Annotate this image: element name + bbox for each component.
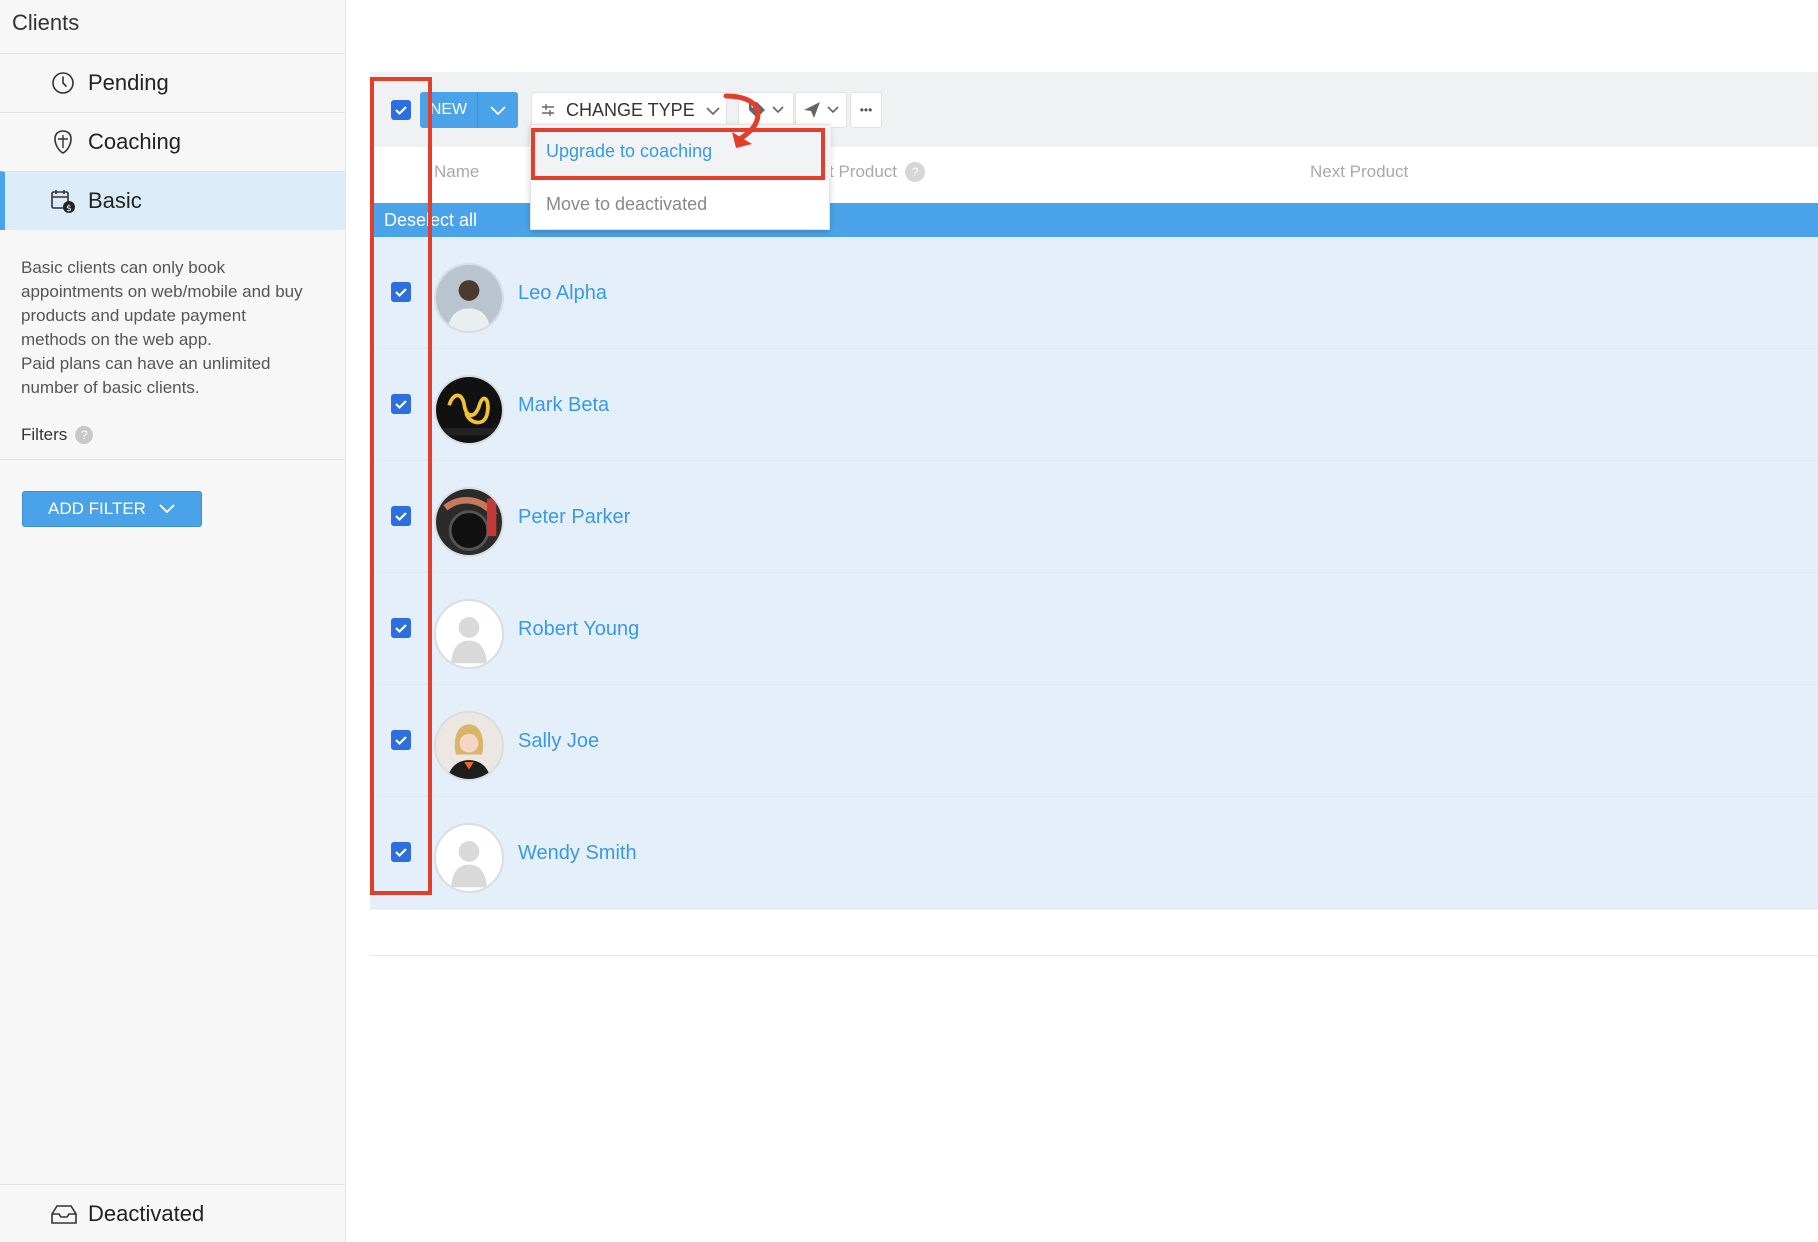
table-row[interactable]: Leo Alpha (370, 237, 1818, 349)
filters-text: Filters (21, 425, 68, 444)
menu-item-move-to-deactivated[interactable]: Move to deactivated (531, 178, 831, 231)
chevron-down-icon[interactable] (478, 92, 518, 128)
swap-icon (540, 102, 556, 118)
client-name-link[interactable]: Wendy Smith (518, 842, 637, 865)
client-name-link[interactable]: Mark Beta (518, 394, 609, 417)
add-filter-label: ADD FILTER (48, 499, 146, 518)
sidebar-title: Clients (12, 10, 80, 35)
client-name-link[interactable]: Robert Young (518, 618, 639, 641)
nav-item-coaching[interactable]: Coaching (0, 112, 345, 171)
avatar (434, 263, 504, 333)
svg-text:$: $ (66, 204, 72, 214)
description-line: Basic clients can only book (21, 258, 226, 277)
avatar (434, 711, 504, 781)
avatar (434, 599, 504, 669)
avatar (434, 487, 504, 557)
column-header-next-product[interactable]: Next Product (1310, 162, 1408, 182)
chevron-down-icon (826, 105, 840, 115)
avatar (434, 823, 504, 893)
table-row[interactable]: Robert Young (370, 573, 1818, 685)
help-icon[interactable]: ? (75, 426, 94, 444)
client-name-link[interactable]: Sally Joe (518, 730, 599, 753)
row-checkbox[interactable] (391, 842, 411, 862)
description-line: Paid plans can have an unlimited (21, 354, 271, 373)
description-line: number of basic clients. (21, 378, 200, 397)
whistle-icon (50, 129, 76, 155)
chevron-down-icon (158, 499, 176, 519)
avatar (434, 375, 504, 445)
table-row[interactable]: Sally Joe (370, 685, 1818, 797)
column-header-label: t Product (829, 162, 898, 181)
add-filter-button[interactable]: ADD FILTER (22, 491, 202, 527)
divider (370, 955, 1818, 956)
sidebar: Clients Pending Coaching $ Basic Basic c… (0, 0, 346, 1242)
table-row[interactable]: Peter Parker (370, 461, 1818, 573)
send-button[interactable] (795, 92, 847, 128)
client-name-link[interactable]: Peter Parker (518, 506, 630, 529)
row-checkbox[interactable] (391, 394, 411, 414)
deselect-all-label[interactable]: Deselect all (384, 210, 477, 231)
nav-item-deactivated[interactable]: Deactivated (0, 1184, 345, 1242)
more-icon: ••• (859, 103, 873, 117)
row-checkbox[interactable] (391, 730, 411, 750)
filters-label: Filters ? (21, 425, 94, 445)
more-button[interactable]: ••• (850, 92, 882, 128)
change-type-dropdown: Upgrade to coaching Move to deactivated (530, 124, 831, 231)
client-name-link[interactable]: Leo Alpha (518, 282, 607, 305)
row-checkbox[interactable] (391, 506, 411, 526)
chevron-down-icon (705, 100, 721, 121)
tag-button[interactable] (738, 92, 794, 128)
calendar-dollar-icon: $ (50, 188, 76, 214)
nav-item-label: Deactivated (88, 1200, 205, 1226)
chevron-down-icon (771, 105, 785, 115)
column-header-name[interactable]: Name (434, 162, 479, 182)
inbox-icon (50, 1200, 78, 1228)
help-icon[interactable]: ? (905, 162, 926, 182)
table-row[interactable]: Mark Beta (370, 349, 1818, 461)
send-icon (802, 100, 822, 120)
nav-item-label: Basic (88, 188, 142, 213)
column-header-product[interactable]: t Product ? (829, 162, 926, 182)
tag-icon (747, 100, 767, 120)
change-type-button[interactable]: CHANGE TYPE (531, 92, 727, 128)
change-type-label: CHANGE TYPE (566, 99, 695, 120)
new-button-label[interactable]: NEW (420, 92, 478, 128)
table-row[interactable]: Wendy Smith (370, 797, 1818, 909)
clock-icon (50, 70, 76, 96)
nav-item-label: Coaching (88, 129, 181, 154)
row-checkbox[interactable] (391, 618, 411, 638)
nav-item-pending[interactable]: Pending (0, 53, 345, 112)
row-checkbox[interactable] (391, 282, 411, 302)
nav-item-label: Pending (88, 70, 169, 95)
select-all-checkbox[interactable] (391, 100, 411, 120)
sidebar-description: Basic clients can only book appointments… (21, 256, 331, 400)
nav-item-basic[interactable]: $ Basic (0, 171, 345, 230)
description-line: appointments on web/mobile and buy (21, 282, 303, 301)
description-line: products and update payment (21, 306, 246, 325)
new-button[interactable]: NEW (420, 92, 518, 128)
description-line: methods on the web app. (21, 330, 212, 349)
divider (0, 459, 345, 460)
menu-item-upgrade-to-coaching[interactable]: Upgrade to coaching (531, 125, 831, 178)
